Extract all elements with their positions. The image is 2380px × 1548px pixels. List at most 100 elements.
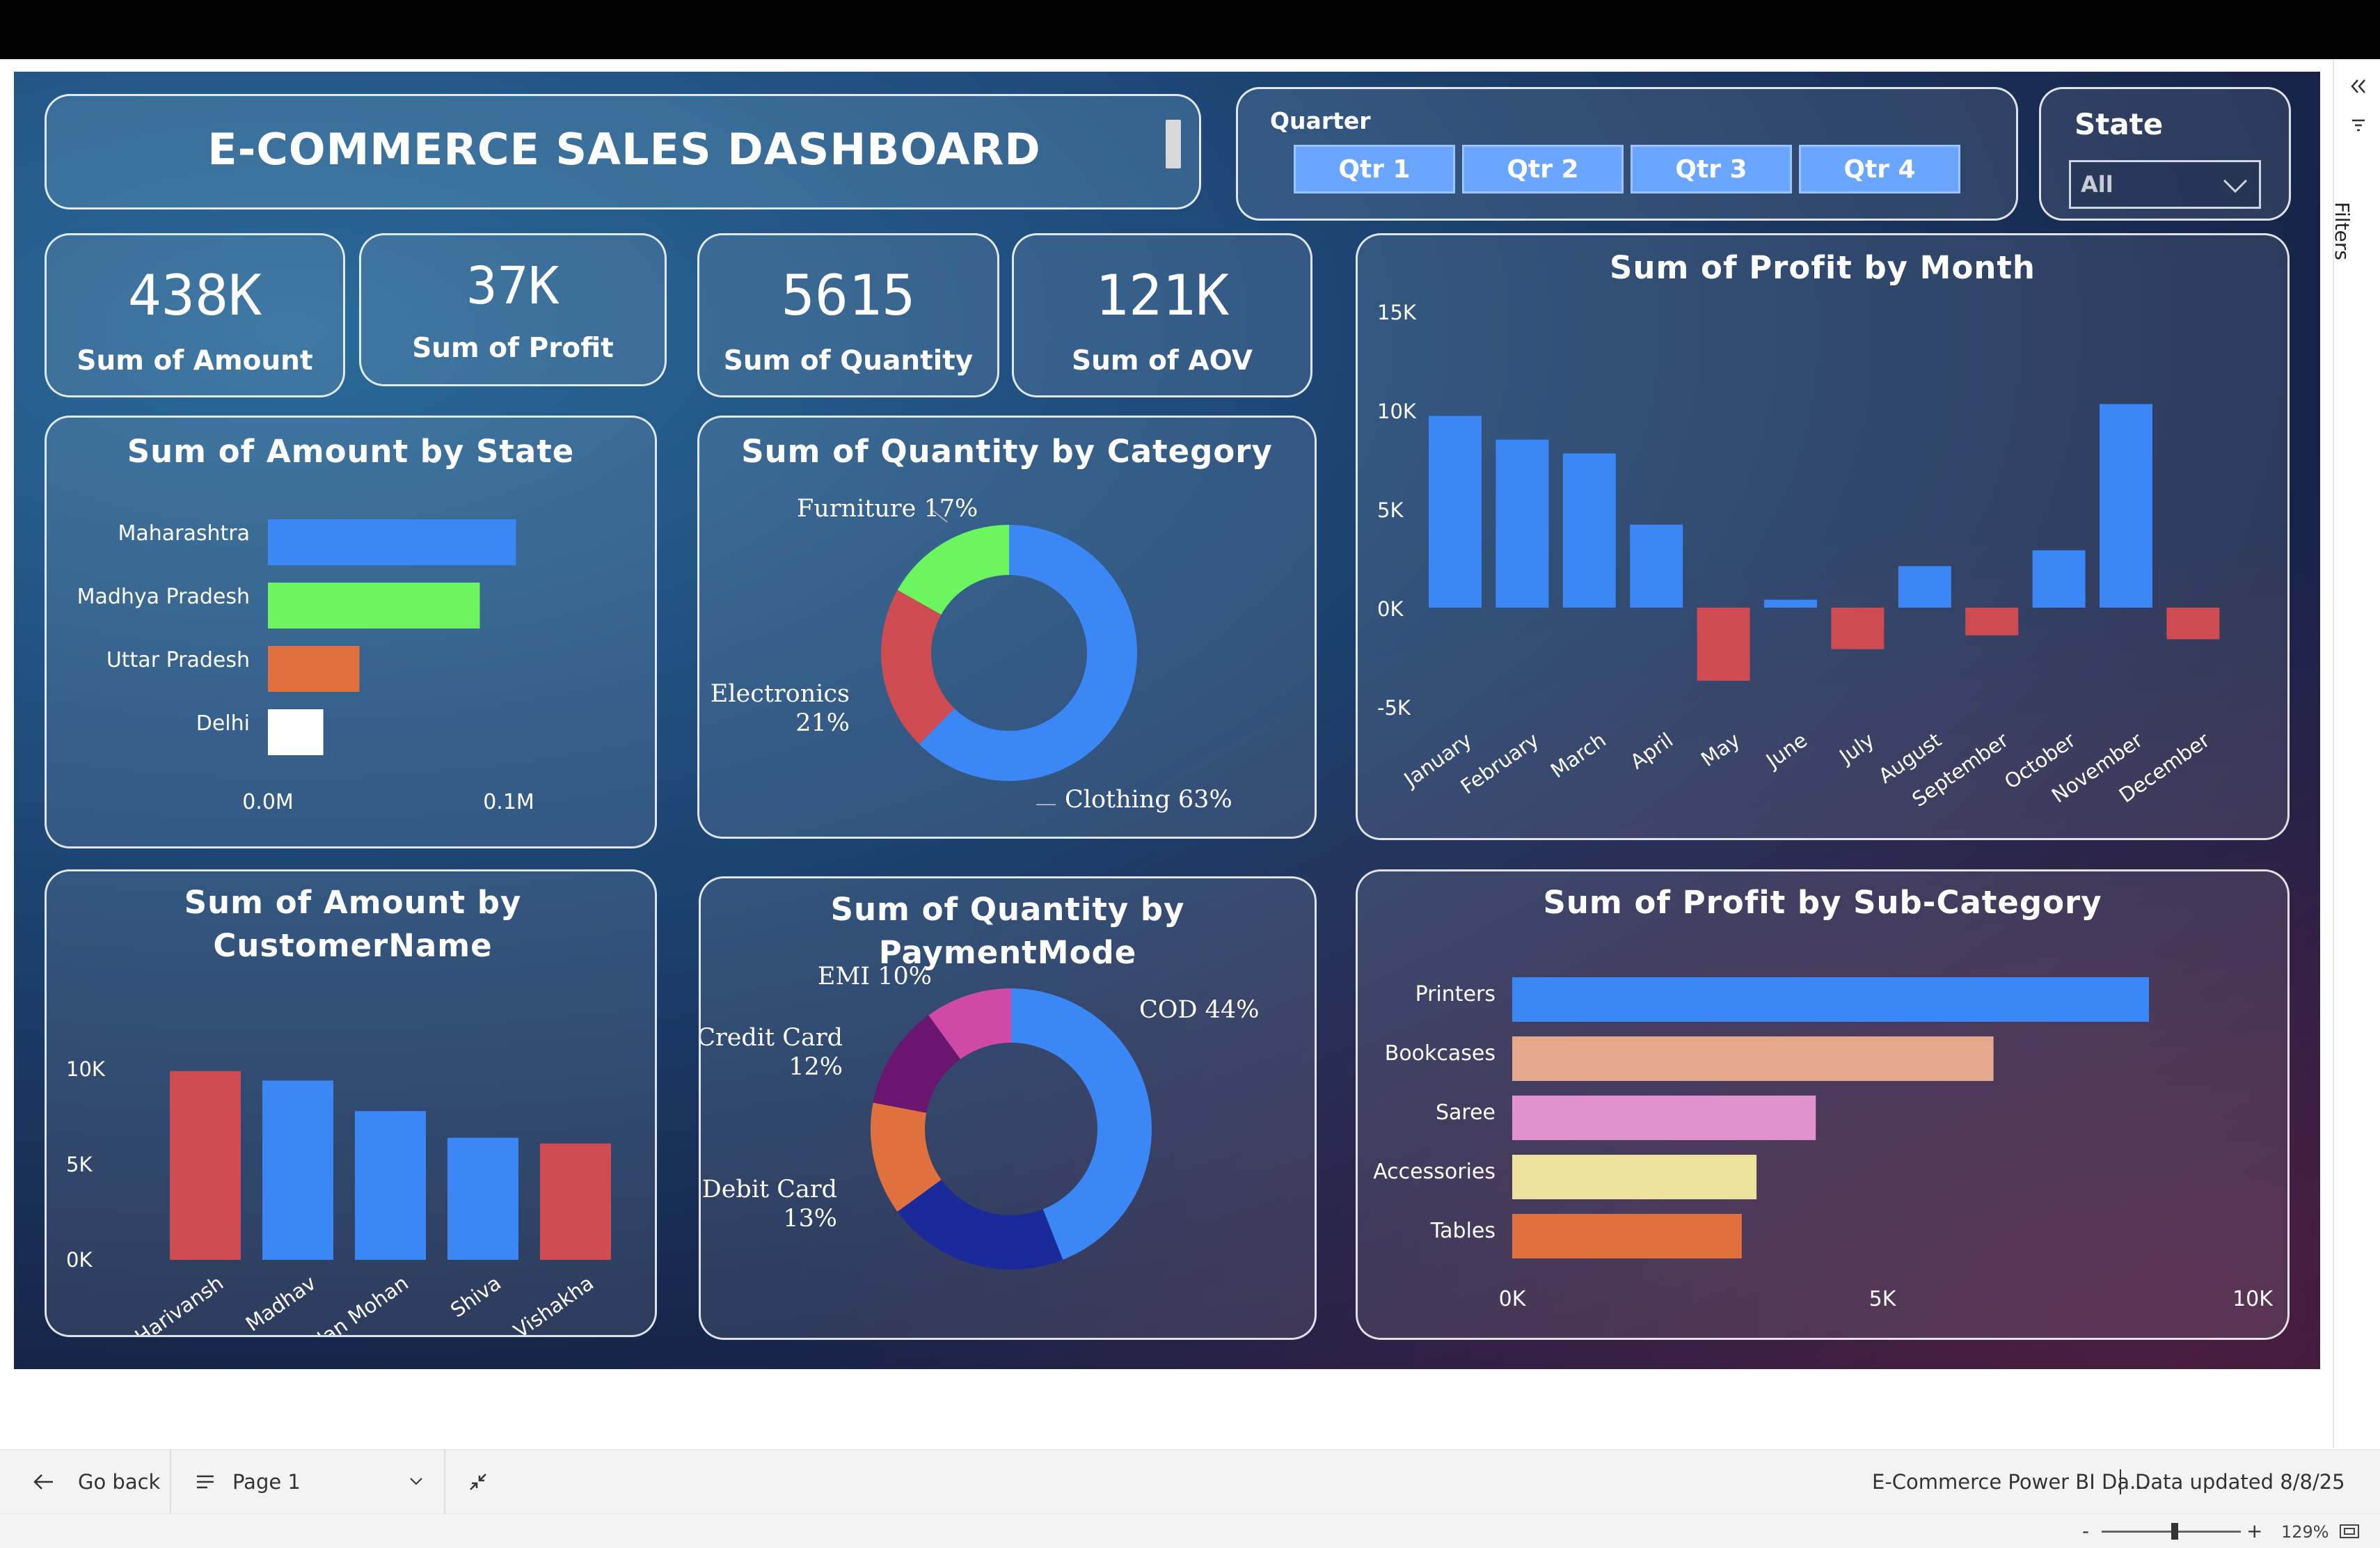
data-label: 13% [783,1205,837,1233]
data-label: Credit Card [701,1024,843,1052]
kpi-value: 37K [466,256,560,316]
x-tick-label: April [1626,728,1677,774]
data-label: Furniture 17% [797,495,978,523]
x-tick-label: March [1546,728,1610,783]
report-canvas: E-COMMERCE SALES DASHBOARD Quarter Qtr 1… [14,72,2320,1369]
y-tick-label: -5K [1377,696,1411,720]
x-tick-label: July [1834,728,1879,769]
y-tick-label: Printers [1415,982,1496,1006]
x-tick-label: 5K [1869,1287,1897,1311]
filter-icon [2352,119,2365,132]
report-name: E-Commerce Power BI Da... [1872,1470,2149,1494]
fit-to-page-button[interactable] [468,1450,489,1514]
zoom-in-button[interactable]: + [2246,1519,2262,1542]
bar[interactable] [1512,1096,1816,1140]
page-selector[interactable]: Page 1 [195,1450,425,1514]
bar[interactable] [2100,404,2152,608]
data-label: EMI 10% [818,963,932,990]
x-tick-label: Shiva [446,1271,505,1322]
bar[interactable] [1630,524,1683,608]
dashboard-title: E-COMMERCE SALES DASHBOARD [207,124,1041,175]
chart-card-profit-by-subcategory: Sum of Profit by Sub-Category Printers Bo… [1356,869,2290,1340]
title-card: E-COMMERCE SALES DASHBOARD [45,94,1201,210]
title-scroll-handle[interactable] [1166,120,1181,168]
zoom-slider-thumb[interactable] [2171,1523,2178,1540]
y-tick-label: Saree [1436,1100,1496,1125]
bar[interactable] [1697,608,1750,681]
kpi-value: 5615 [781,263,916,328]
bar[interactable] [2032,550,2086,608]
zoom-out-button[interactable]: - [2082,1519,2089,1542]
arrow-left-icon [33,1474,53,1490]
y-tick-label: 10K [1377,400,1417,423]
amount-by-customer-chart[interactable]: 10K5K0KHarivansh MadhavMadan Mohan Shiva Vi… [47,871,655,1335]
bar[interactable] [355,1111,426,1260]
chevron-left-double-icon[interactable] [2348,76,2369,97]
kpi-value: 121K [1095,263,1230,328]
zoom-status-bar: - + 129% [0,1513,2380,1548]
bar[interactable] [1965,608,2019,635]
power-bi-report-viewer: E-COMMERCE SALES DASHBOARD Quarter Qtr 1… [0,0,2380,1548]
quarter-button-qtr2[interactable]: Qtr 2 [1462,145,1624,194]
chart-card-quantity-by-paymentmode: Sum of Quantity by PaymentMode COD 44%UP… [699,876,1317,1340]
filters-pane-label[interactable]: Filters [2331,202,2354,260]
bar[interactable] [1512,1214,1742,1258]
bar[interactable] [1429,416,1482,608]
bar[interactable] [268,583,480,629]
bar[interactable] [1512,1155,1757,1199]
quarter-button-qtr3[interactable]: Qtr 3 [1631,145,1792,194]
bar[interactable] [447,1137,518,1260]
y-tick-label: Bookcases [1385,1041,1496,1066]
x-tick-label: May [1697,728,1745,771]
go-back-button[interactable]: Go back [32,1450,160,1514]
state-slicer: State All [2039,87,2291,221]
quantity-by-category-chart[interactable]: Clothing 63% Electronics21% Furniture 17% [699,418,1315,835]
divider [444,1450,445,1514]
data-label: 21% [795,709,850,737]
bar[interactable] [268,646,360,692]
kpi-card-profit: 37K Sum of Profit [359,233,667,386]
state-dropdown[interactable]: All [2069,160,2261,209]
bar[interactable] [268,519,516,565]
profit-by-subcategory-chart[interactable]: Printers Bookcases Saree Accessories Tables 0… [1358,871,2287,1338]
bar[interactable] [1512,1036,1994,1081]
divider [170,1450,171,1514]
bar[interactable] [262,1080,333,1260]
y-tick-label: Maharashtra [118,521,250,546]
bar[interactable] [1496,439,1549,608]
bar[interactable] [1764,599,1817,608]
x-tick-label: Madhav [241,1271,320,1335]
divider [2120,1469,2121,1494]
kpi-label: Sum of Profit [412,333,614,364]
profit-by-month-chart[interactable]: 15K10K5K0K-5KJanuaryFebruary March April Ma… [1358,235,2287,838]
y-tick-label: Madhya Pradesh [77,585,250,609]
chart-card-amount-by-state: Sum of Amount by State Maharashtra Madhya… [45,416,657,848]
amount-by-state-chart[interactable]: Maharashtra Madhya Pradesh Uttar Pradesh De… [47,484,655,846]
bar[interactable] [1898,566,1951,608]
x-tick-label: 0.0M [242,790,294,814]
kpi-value: 438K [127,263,262,328]
bar[interactable] [540,1143,611,1260]
x-tick-label: 0K [1499,1287,1527,1311]
bar[interactable] [1512,977,2150,1022]
fit-screen-icon[interactable] [2338,1522,2361,1540]
list-icon [197,1475,214,1489]
quarter-button-qtr4[interactable]: Qtr 4 [1799,145,1960,194]
quantity-by-paymentmode-chart[interactable]: COD 44%UPI 21%Debit Card13%Credit Card12… [701,878,1315,1338]
quarter-slicer: Quarter Qtr 1 Qtr 2 Qtr 3 Qtr 4 [1236,87,2018,221]
bar[interactable] [170,1071,241,1260]
bar[interactable] [1562,453,1616,608]
x-tick-label: Harivansh [131,1271,228,1335]
collapse-arrows-icon [470,1474,486,1490]
y-tick-label: 10K [66,1057,106,1081]
data-label: Debit Card [702,1176,837,1203]
bottom-navigation-bar: Go back Page 1 E-Commerce Power BI Da... [0,1449,2380,1514]
chart-card-amount-by-customer: Sum of Amount by CustomerName 10K 5K 0K Har… [45,869,657,1337]
bar[interactable] [268,709,324,755]
bar[interactable] [2166,608,2220,640]
data-updated-text: Data updated 8/8/25 [2135,1470,2345,1494]
filters-pane-collapsed[interactable]: Filters [2331,59,2380,1448]
quarter-button-qtr1[interactable]: Qtr 1 [1294,145,1455,194]
bar[interactable] [1831,608,1885,649]
y-tick-label: 0K [66,1248,93,1272]
